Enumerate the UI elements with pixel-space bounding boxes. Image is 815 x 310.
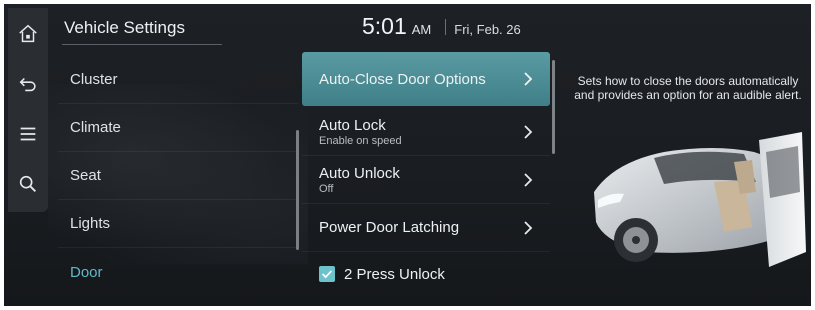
clock: 5:01 AM Fri, Feb. 26 <box>362 13 521 40</box>
option-label: Auto Unlock <box>319 164 400 182</box>
category-label: Door <box>70 263 103 281</box>
home-icon <box>19 24 37 43</box>
category-cluster[interactable]: Cluster <box>58 56 298 104</box>
chevron-right-icon <box>524 124 533 139</box>
option-auto-lock[interactable]: Auto Lock Enable on speed <box>302 108 550 156</box>
category-climate[interactable]: Climate <box>58 104 298 152</box>
clock-separator <box>445 18 447 35</box>
menu-icon <box>20 127 36 141</box>
option-auto-close-door[interactable]: Auto-Close Door Options <box>302 52 550 106</box>
clock-ampm: AM <box>411 22 432 37</box>
option-label: Auto-Close Door Options <box>319 70 486 88</box>
option-value: Enable on speed <box>319 134 402 147</box>
navigation-rail <box>8 8 48 212</box>
checkbox[interactable] <box>319 266 335 282</box>
search-icon <box>19 175 36 192</box>
category-label: Seat <box>70 167 101 184</box>
search-button[interactable] <box>8 162 48 206</box>
category-label: Cluster <box>70 71 118 88</box>
checkmark-icon <box>322 270 333 279</box>
option-value: Off <box>319 182 334 195</box>
option-label: Power Door Latching <box>319 219 460 236</box>
clock-date: Fri, Feb. 26 <box>454 22 521 37</box>
category-seat[interactable]: Seat <box>58 152 298 200</box>
option-label: 2 Press Unlock <box>344 265 445 283</box>
back-icon <box>19 77 36 92</box>
back-button[interactable] <box>8 62 48 106</box>
page-title: Vehicle Settings <box>64 18 185 37</box>
option-2-press-unlock[interactable]: 2 Press Unlock <box>302 250 550 298</box>
chevron-right-icon <box>524 220 533 235</box>
chevron-right-icon <box>524 72 533 86</box>
option-power-door-latching[interactable]: Power Door Latching <box>302 204 550 252</box>
menu-button[interactable] <box>8 112 48 156</box>
category-label: Climate <box>70 119 121 136</box>
category-scrollbar[interactable] <box>296 130 299 250</box>
option-auto-unlock[interactable]: Auto Unlock Off <box>302 156 550 204</box>
title-divider <box>62 44 222 45</box>
option-label: Auto Lock <box>319 116 386 134</box>
vehicle-settings-screen: Vehicle Settings 5:01 AM Fri, Feb. 26 Cl… <box>4 4 811 306</box>
chevron-right-icon <box>524 172 533 187</box>
car-door-illustration <box>594 132 806 267</box>
options-scrollbar[interactable] <box>552 60 555 154</box>
home-button[interactable] <box>8 12 48 56</box>
category-door[interactable]: Door <box>58 248 298 296</box>
checkbox-row: 2 Press Unlock <box>319 266 550 283</box>
option-description: Sets how to close the doors automaticall… <box>574 74 802 102</box>
category-lights[interactable]: Lights <box>58 200 298 248</box>
clock-time: 5:01 <box>362 13 407 39</box>
category-label: Lights <box>70 215 111 232</box>
